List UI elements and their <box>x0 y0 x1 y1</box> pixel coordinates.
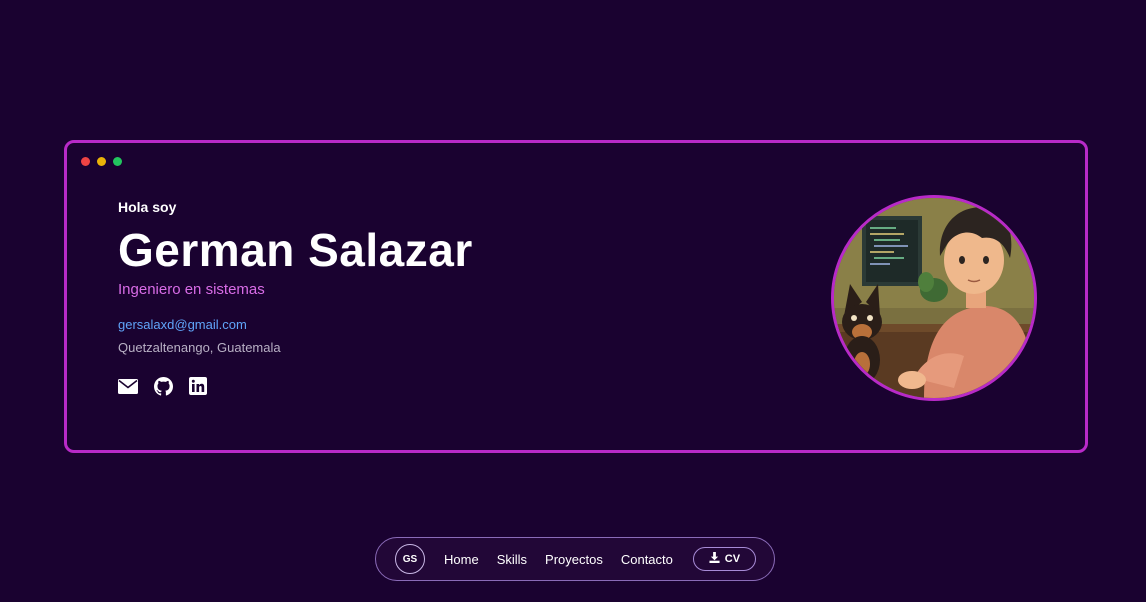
nav-link-home[interactable]: Home <box>444 552 479 567</box>
linkedin-icon[interactable] <box>188 377 208 395</box>
github-icon[interactable] <box>153 376 173 396</box>
page: Hola soy German Salazar Ingeniero en sis… <box>0 0 1146 602</box>
window-dot-green <box>113 157 122 166</box>
email-link[interactable]: gersalaxd@gmail.com <box>118 317 247 332</box>
logo-badge[interactable]: GS <box>395 544 425 574</box>
avatar-artwork <box>834 198 1034 398</box>
hero-card: Hola soy German Salazar Ingeniero en sis… <box>64 140 1088 453</box>
social-links <box>118 376 208 396</box>
hero-name: German Salazar <box>118 224 473 276</box>
envelope-icon[interactable] <box>118 377 138 395</box>
nav-link-contacto[interactable]: Contacto <box>621 552 673 567</box>
hero-role: Ingeniero en sistemas <box>118 281 265 298</box>
bottom-navbar: GS Home Skills Proyectos Contacto CV <box>375 537 775 581</box>
greeting: Hola soy <box>118 199 177 215</box>
nav-link-skills[interactable]: Skills <box>497 552 527 567</box>
window-dots <box>81 157 122 166</box>
avatar-illustration <box>831 195 1037 401</box>
cv-label: CV <box>724 553 741 565</box>
download-cv-button[interactable]: CV <box>692 547 756 571</box>
download-icon <box>709 552 720 566</box>
window-dot-yellow <box>97 157 106 166</box>
location: Quetzaltenango, Guatemala <box>118 340 281 355</box>
nav-link-proyectos[interactable]: Proyectos <box>545 552 603 567</box>
window-dot-red <box>81 157 90 166</box>
